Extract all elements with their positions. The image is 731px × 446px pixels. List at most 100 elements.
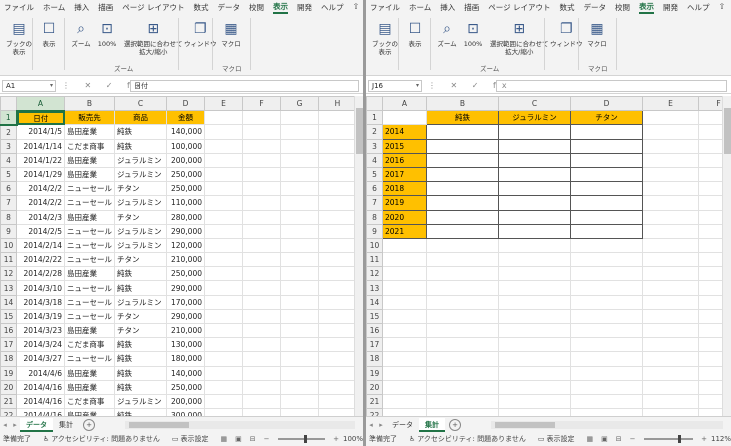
cell[interactable]: 200,000 [166, 152, 205, 168]
row-header[interactable]: 7 [366, 195, 383, 211]
cell[interactable] [318, 181, 357, 197]
menu-tab-10[interactable]: ヘルプ [321, 2, 344, 13]
cell[interactable] [318, 124, 357, 140]
cell[interactable] [280, 365, 319, 381]
header-cell[interactable]: 純鉄 [426, 110, 499, 126]
cell[interactable]: 280,000 [166, 209, 205, 225]
show-button[interactable]: ☐ 表示 [404, 20, 426, 48]
column-header-E[interactable]: E [204, 96, 243, 112]
cell[interactable]: ジュラルミン [114, 237, 167, 254]
zoom-level[interactable]: 100% [343, 435, 363, 443]
cell[interactable] [382, 379, 427, 395]
column-header-A[interactable]: A [382, 96, 427, 112]
cell[interactable]: 2014/2/22 [16, 252, 65, 268]
menu-tab-4[interactable]: ページ レイアウト [488, 2, 550, 13]
row-header[interactable]: 2 [0, 124, 17, 140]
sheet-tab-1[interactable]: 集計 [53, 418, 79, 432]
cell[interactable] [318, 280, 357, 296]
cell[interactable] [382, 351, 427, 367]
row-header[interactable]: 19 [366, 365, 383, 381]
cell[interactable]: ジュラルミン [114, 166, 167, 183]
cell[interactable] [318, 408, 357, 416]
year-cell[interactable]: 2014 [382, 124, 427, 140]
cell[interactable] [642, 337, 699, 353]
cell[interactable] [280, 195, 319, 211]
cell[interactable] [382, 266, 427, 282]
zoom-to-selection-button[interactable]: ⊞ 選択範囲に合わせて 拡大/縮小 [490, 20, 549, 56]
zoom-button[interactable]: ⌕ ズーム [436, 20, 458, 48]
cell[interactable] [426, 166, 499, 183]
cell[interactable] [280, 351, 319, 367]
cell[interactable]: 2014/2/5 [16, 223, 65, 239]
cell[interactable]: 140,000 [166, 124, 205, 140]
column-header-C[interactable]: C [114, 96, 167, 112]
cell[interactable] [382, 337, 427, 353]
column-header-D[interactable]: D [166, 96, 205, 112]
cell[interactable] [642, 308, 699, 325]
menu-tab-3[interactable]: 描画 [464, 2, 479, 13]
cell[interactable] [426, 223, 499, 239]
cell[interactable] [318, 209, 357, 225]
zoom-out-icon[interactable]: − [630, 435, 636, 443]
book-view-button[interactable]: ▤ ブックの 表示 [6, 20, 32, 56]
row-header[interactable]: 13 [0, 280, 17, 296]
cell[interactable] [642, 209, 699, 225]
vertical-scroll-thumb[interactable] [724, 108, 731, 154]
cell[interactable]: ジュラルミン [114, 393, 167, 410]
cell[interactable]: ニューセール [64, 294, 115, 310]
year-cell[interactable]: 2016 [382, 152, 427, 168]
cell[interactable] [570, 308, 643, 325]
row-header[interactable]: 15 [0, 308, 17, 325]
cell[interactable] [280, 237, 319, 254]
column-header-A[interactable]: A [16, 96, 65, 112]
cell[interactable] [642, 195, 699, 211]
cell[interactable] [642, 181, 699, 197]
cell[interactable]: 純鉄 [114, 266, 167, 282]
cell[interactable] [242, 294, 281, 310]
year-cell[interactable]: 2015 [382, 138, 427, 154]
cell[interactable] [498, 365, 571, 381]
cell[interactable] [382, 110, 427, 126]
menu-tab-2[interactable]: 挿入 [440, 2, 455, 13]
menu-tab-5[interactable]: 数式 [560, 2, 575, 13]
cell[interactable] [570, 393, 643, 410]
cell[interactable] [426, 294, 499, 310]
cell[interactable] [280, 252, 319, 268]
menu-tab-8[interactable]: 表示 [273, 1, 289, 14]
cell[interactable] [318, 266, 357, 282]
row-header[interactable]: 8 [0, 209, 17, 225]
cell[interactable] [242, 195, 281, 211]
cell[interactable] [280, 166, 319, 183]
cell[interactable] [204, 393, 243, 410]
cell[interactable] [280, 393, 319, 410]
row-header[interactable]: 13 [366, 280, 383, 296]
row-header[interactable]: 5 [366, 166, 383, 183]
cell[interactable] [318, 138, 357, 154]
cell[interactable] [318, 365, 357, 381]
cell[interactable]: 2014/3/23 [16, 322, 65, 339]
cell[interactable]: チタン [114, 308, 167, 325]
row-header[interactable]: 18 [366, 351, 383, 367]
cell[interactable] [318, 294, 357, 310]
cell[interactable] [280, 181, 319, 197]
cell[interactable] [382, 280, 427, 296]
cell[interactable] [204, 294, 243, 310]
row-header[interactable]: 6 [366, 181, 383, 197]
cell[interactable]: ニューセール [64, 308, 115, 325]
cell[interactable] [498, 223, 571, 239]
cell[interactable]: 2014/2/14 [16, 237, 65, 254]
cell[interactable]: 島田産業 [64, 408, 115, 416]
header-cell[interactable]: チタン [570, 110, 643, 126]
cell[interactable]: 210,000 [166, 252, 205, 268]
column-header-C[interactable]: C [498, 96, 571, 112]
cell[interactable] [426, 280, 499, 296]
display-settings-icon[interactable]: ▭ [538, 435, 545, 443]
cell[interactable]: 純鉄 [114, 379, 167, 395]
menu-tab-8[interactable]: 表示 [639, 1, 655, 14]
row-header[interactable]: 14 [0, 294, 17, 310]
cell[interactable]: 2014/3/27 [16, 351, 65, 367]
cell[interactable] [498, 266, 571, 282]
cell[interactable] [318, 308, 357, 325]
cell[interactable]: 純鉄 [114, 138, 167, 154]
cell[interactable]: チタン [114, 181, 167, 197]
